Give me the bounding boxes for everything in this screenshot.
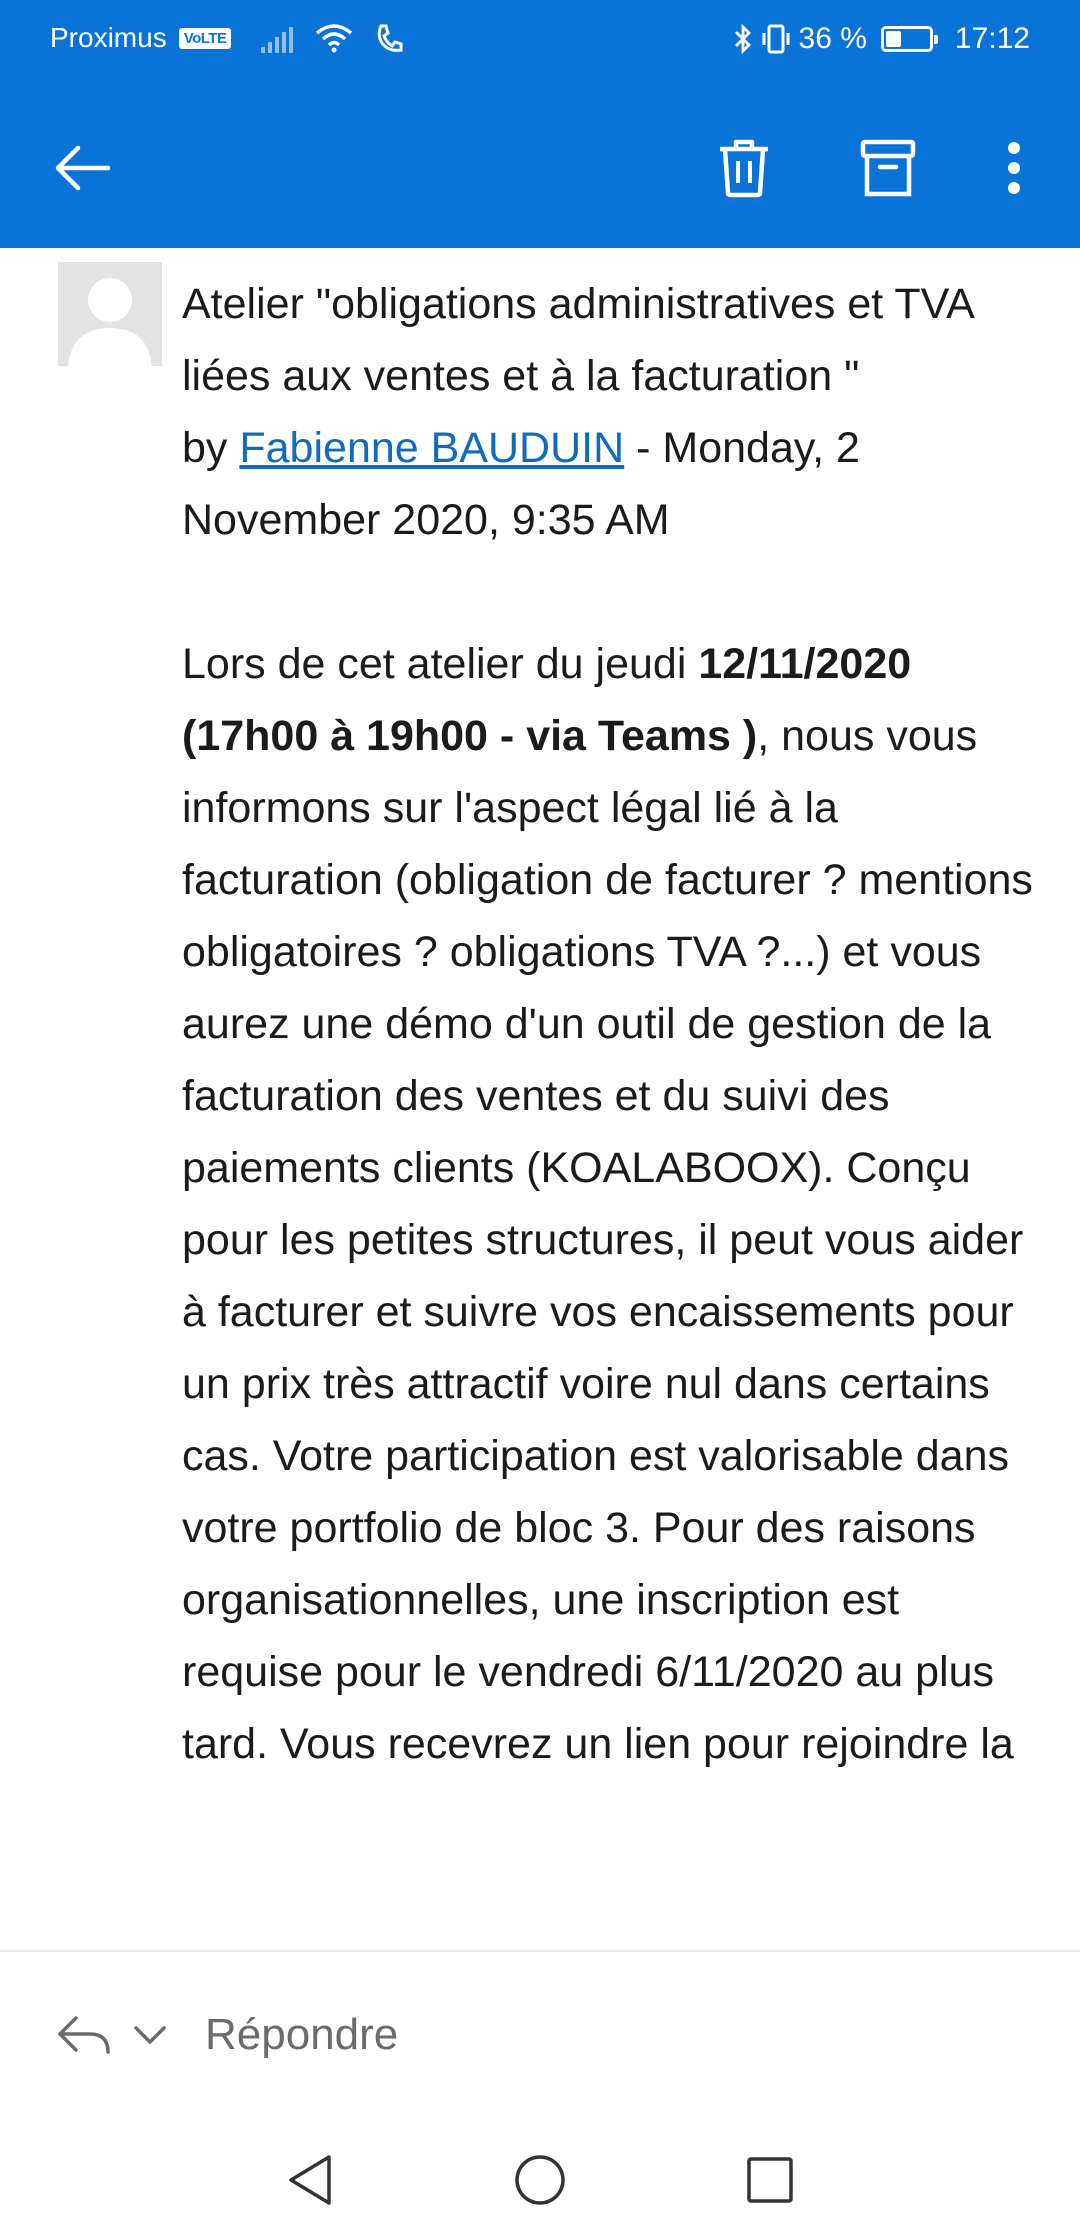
- message-body: Lors de cet atelier du jeudi 12/11/2020 …: [182, 628, 1042, 1780]
- user-placeholder-icon: [58, 262, 162, 366]
- body-rest: , nous vous informons sur l'aspect légal…: [182, 712, 1033, 1768]
- archive-icon: [860, 139, 916, 197]
- message-subject: Atelier "obligations administratives et …: [182, 280, 973, 400]
- archive-button[interactable]: [856, 136, 920, 200]
- message-view[interactable]: Atelier "obligations administratives et …: [0, 248, 1080, 1950]
- battery-icon: [880, 26, 938, 52]
- phone-call-icon: [378, 24, 403, 52]
- avatar: [58, 262, 162, 366]
- back-button[interactable]: [50, 136, 114, 200]
- square-recents-icon: [747, 2157, 793, 2203]
- battery-percent: 36 %: [798, 22, 867, 55]
- more-vertical-icon: [1008, 142, 1020, 194]
- author-link[interactable]: Fabienne BAUDUIN: [239, 424, 624, 472]
- delete-button[interactable]: [712, 136, 776, 200]
- reply-icon[interactable]: [54, 2010, 114, 2060]
- clock: 17:12: [954, 22, 1030, 55]
- reply-button[interactable]: Répondre: [205, 2010, 398, 2060]
- signal-icons: [261, 23, 403, 53]
- more-options-button[interactable]: [982, 136, 1046, 200]
- message-toolbar: [0, 84, 1080, 248]
- bluetooth-icon: [734, 23, 751, 55]
- nav-recents-button[interactable]: [738, 2148, 802, 2212]
- chevron-down-icon[interactable]: [130, 2020, 170, 2050]
- status-left: Proximus VoLTE: [50, 22, 403, 54]
- carrier-name: Proximus: [50, 22, 167, 53]
- status-bar: Proximus VoLTE 36 % 17:12: [0, 0, 1080, 84]
- reply-bar[interactable]: Répondre: [0, 1950, 1080, 2120]
- circle-home-icon: [515, 2155, 565, 2205]
- wifi-icon: [316, 24, 353, 53]
- arrow-left-icon: [55, 145, 111, 191]
- vibrate-icon: [762, 24, 790, 54]
- signal-bars-icon: [261, 27, 294, 53]
- nav-home-button[interactable]: [508, 2148, 572, 2212]
- triangle-back-icon: [289, 2155, 331, 2205]
- nav-back-button[interactable]: [278, 2148, 342, 2212]
- trash-icon: [720, 139, 768, 198]
- body-intro: Lors de cet atelier du jeudi: [182, 640, 699, 688]
- status-right: 36 % 17:12: [733, 22, 1030, 56]
- system-nav-bar: [0, 2120, 1080, 2240]
- message-text: Atelier "obligations administratives et …: [182, 268, 1042, 1780]
- by-label: by: [182, 424, 228, 472]
- message-byline: by Fabienne BAUDUIN - Monday, 2 November…: [182, 412, 1042, 556]
- volte-badge: VoLTE: [178, 27, 232, 49]
